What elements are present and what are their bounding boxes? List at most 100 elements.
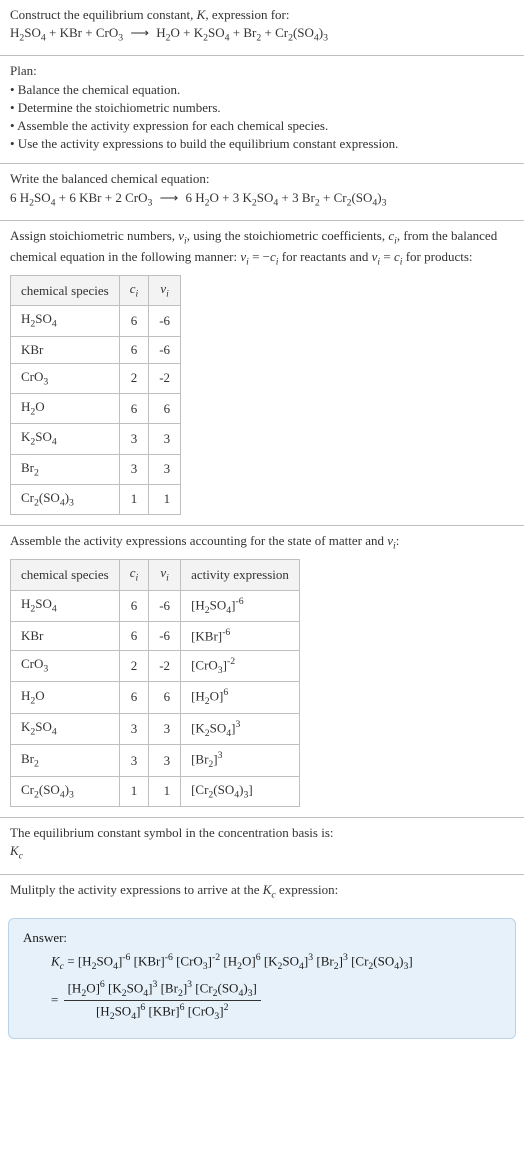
b-p4: Cr [334,190,347,205]
bc3: 2 [115,190,125,205]
kc-symbol-line: The equilibrium constant symbol in the c… [10,824,514,842]
act-cell: [K2SO4]3 [181,713,300,745]
th-species: chemical species [11,276,120,306]
eq-pl5: + [261,25,275,40]
v-cell: 6 [149,394,181,424]
c-cell: 3 [119,454,149,484]
act-intro-b: : [396,533,400,548]
balanced-section: Write the balanced chemical equation: 6 … [0,164,524,219]
table-row: KBr6-6[KBr]-6 [11,622,300,651]
eq-p2a: K [194,25,203,40]
act-intro-a: Assemble the activity expressions accoun… [10,533,387,548]
c-cell: 6 [119,394,149,424]
table-row: Cr2(SO4)311 [11,484,181,514]
fraction-den: [H2SO4]6 [KBr]6 [CrO3]2 [64,1001,261,1024]
act-cell: [Br2]3 [181,745,300,777]
b-pl1: + [56,190,70,205]
b-r1: H [20,190,29,205]
sp-cell: H2O [11,682,120,714]
v-cell: -6 [149,622,181,651]
activity-section: Assemble the activity expressions accoun… [0,526,524,817]
table-header-row: chemical species ci νi activity expressi… [11,560,300,590]
c-cell: 6 [119,336,149,363]
mult-b: expression: [276,882,338,897]
fraction-num: [H2O]6 [K2SO4]3 [Br2]3 [Cr2(SO4)3] [64,978,261,1002]
table-row: CrO32-2[CrO3]-2 [11,650,300,682]
th-ci: ci [119,560,149,590]
ans-eq: = [64,953,78,968]
intro-line: Construct the equilibrium constant, K, e… [10,6,514,24]
sp-cell: K2SO4 [11,424,120,454]
b-p1b: O [210,190,219,205]
eq-p4b: (SO [293,25,314,40]
act-cell: [Cr2(SO4)3] [181,776,300,806]
table-row: Br233 [11,454,181,484]
sp-cell: KBr [11,622,120,651]
eq-r3s: 3 [118,33,123,44]
stoich-table: chemical species ci νi H2SO46-6 KBr6-6 C… [10,275,181,515]
b-p4cs: 3 [382,197,387,208]
table-header-row: chemical species ci νi [11,276,181,306]
activity-table: chemical species ci νi activity expressi… [10,559,300,807]
v-cell: -2 [149,363,181,393]
ans-K: K [51,953,60,968]
page-root: Construct the equilibrium constant, K, e… [0,0,524,1039]
sp-cell: Br2 [11,745,120,777]
b-pl5: + [320,190,334,205]
eq-pl4: + [230,25,244,40]
v-cell: 3 [149,454,181,484]
eq-pl3: + [180,25,194,40]
bc1: 6 [10,190,20,205]
sp-cell: H2SO4 [11,590,120,622]
eq-r1b: SO [24,25,41,40]
c-cell: 1 [119,776,149,806]
b-p2b: SO [257,190,274,205]
stoich-section: Assign stoichiometric numbers, νi , using… [0,221,524,525]
b-r1b: SO [34,190,51,205]
act-cell: [H2O]6 [181,682,300,714]
stoich-intro-d: for reactants and [279,249,372,264]
v-cell: -2 [149,650,181,682]
th-vi-sub: i [166,289,169,300]
sp-cell: K2SO4 [11,713,120,745]
kc-symbol-section: The equilibrium constant symbol in the c… [0,818,524,873]
sp-cell: H2O [11,394,120,424]
ans-eq2: = [51,992,62,1007]
th-activity: activity expression [181,560,300,590]
v-cell: 3 [149,745,181,777]
answer-box: Answer: Kc = [H2SO4]-6 [KBr]-6 [CrO3]-2 … [8,918,516,1039]
stoich-intro-b: , using the stoichiometric coefficients, [187,228,389,243]
v-cell: 3 [149,424,181,454]
eq-p1b: O [171,25,180,40]
eq-r1: H [10,25,19,40]
answer-label: Answer: [23,929,501,947]
b-pl2: + [102,190,116,205]
c-cell: 2 [119,363,149,393]
b-r2: KBr [79,190,101,205]
c-cell: 3 [119,424,149,454]
plan-b3: • Assemble the activity expression for e… [10,117,514,135]
plan-title: Plan: [10,62,514,80]
kc-symbol: Kc [10,842,514,863]
reaction-arrow-icon: ⟶ [156,190,183,205]
v-cell: 6 [149,682,181,714]
stoich-intro-a: Assign stoichiometric numbers, [10,228,178,243]
v-cell: 3 [149,713,181,745]
intro-section: Construct the equilibrium constant, K, e… [0,0,524,55]
c-cell: 2 [119,650,149,682]
b-p4b: (SO [351,190,372,205]
kc-c: c [19,851,23,862]
table-row: H2O66[H2O]6 [11,682,300,714]
intro-post: , expression for: [205,7,289,22]
bc6: 3 [292,190,302,205]
c-cell: 6 [119,682,149,714]
answer-expression: Kc = [H2SO4]-6 [KBr]-6 [CrO3]-2 [H2O]6 [… [23,951,501,1024]
sp-cell: Br2 [11,454,120,484]
b-p3: Br [302,190,315,205]
v-cell: -6 [149,590,181,622]
eq2b: = [380,249,394,264]
table-row: CrO32-2 [11,363,181,393]
v-cell: 1 [149,484,181,514]
eq-p2: + [82,25,96,40]
th-vi: νi [149,276,181,306]
